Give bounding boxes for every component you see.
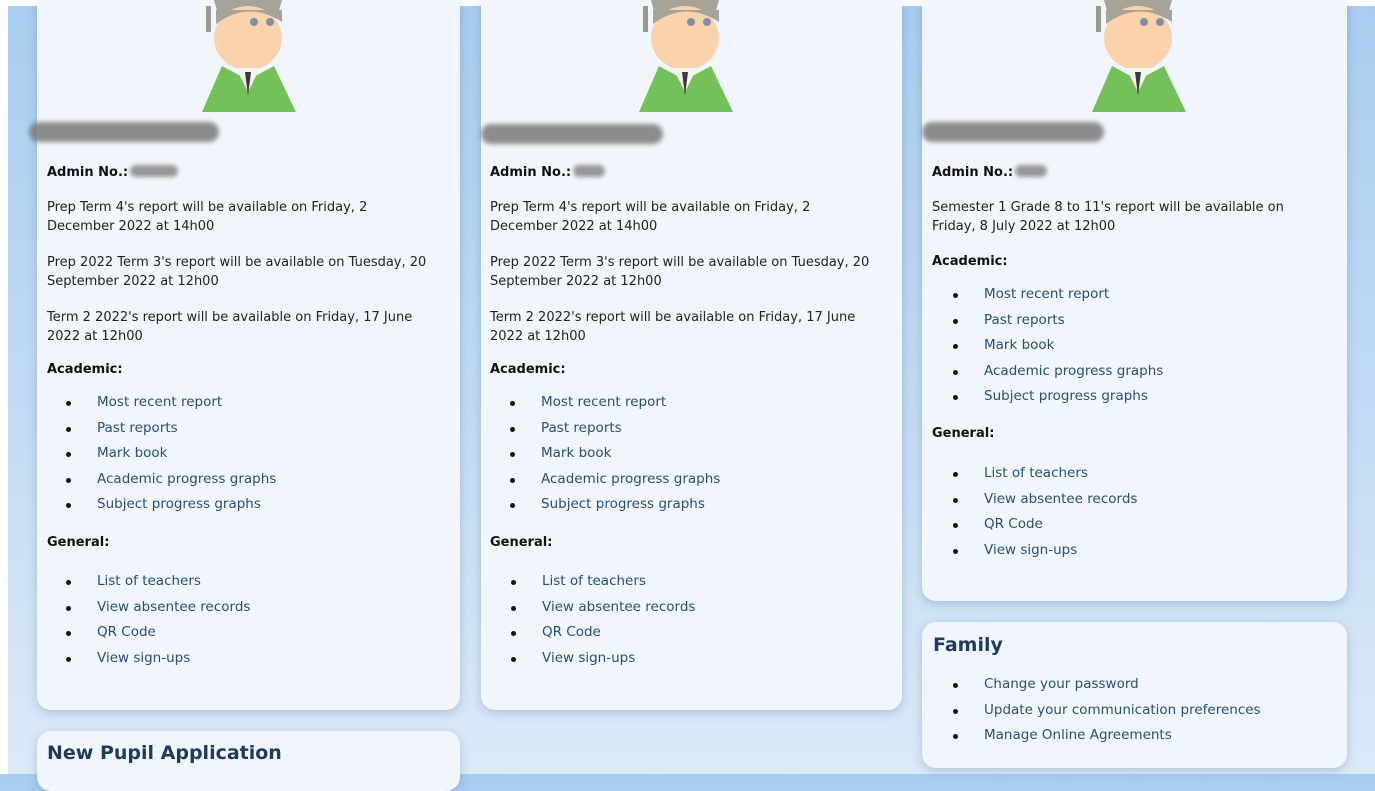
report-notice: Prep Term 4's report will be available o… — [490, 200, 811, 234]
new-pupil-title: New Pupil Application — [47, 742, 282, 764]
general-heading: General: — [47, 535, 110, 550]
student-name-redacted — [481, 124, 663, 144]
admin-number-label: Admin No.: — [490, 165, 572, 180]
link-view-absentee-records[interactable]: View absentee records — [65, 599, 250, 625]
link-qr-code[interactable]: QR Code — [510, 624, 695, 650]
left-edge — [0, 0, 8, 774]
link-mark-book[interactable]: Mark book — [65, 445, 276, 471]
link-view-absentee-records[interactable]: View absentee records — [952, 491, 1137, 517]
link-list-of-teachers[interactable]: List of teachers — [65, 573, 250, 599]
link-mark-book[interactable]: Mark book — [952, 337, 1163, 363]
new-pupil-card: New Pupil Application — [37, 731, 460, 791]
report-notice: Semester 1 Grade 8 to 11's report will b… — [932, 200, 1284, 234]
student-card-1: Admin No.: Prep Term 4's report will be … — [29, 0, 460, 710]
link-most-recent-report[interactable]: Most recent report — [509, 394, 720, 420]
admin-number-row: Admin No.: — [490, 165, 606, 180]
family-links: Change your password Update your communi… — [953, 676, 1261, 753]
link-most-recent-report[interactable]: Most recent report — [952, 286, 1163, 312]
admin-number-label: Admin No.: — [932, 165, 1014, 180]
admin-number-redacted — [573, 165, 606, 177]
report-notice: Prep 2022 Term 3's report will be availa… — [47, 255, 427, 289]
link-past-reports[interactable]: Past reports — [509, 420, 720, 446]
link-academic-progress-graphs[interactable]: Academic progress graphs — [509, 471, 720, 497]
link-most-recent-report[interactable]: Most recent report — [65, 394, 276, 420]
general-links: List of teachers View absentee records Q… — [65, 573, 250, 676]
link-view-sign-ups[interactable]: View sign-ups — [952, 542, 1137, 568]
report-notice: Term 2 2022's report will be available o… — [490, 310, 856, 344]
academic-links: Most recent report Past reports Mark boo… — [65, 394, 276, 522]
admin-number-label: Admin No.: — [47, 165, 129, 180]
link-qr-code[interactable]: QR Code — [65, 624, 250, 650]
admin-number-redacted — [1015, 165, 1048, 177]
student-name-redacted — [29, 122, 219, 142]
student-card-2: Admin No.: Prep Term 4's report will be … — [481, 0, 902, 710]
student-avatar-icon — [202, 0, 296, 112]
family-title: Family — [933, 634, 1003, 656]
link-mark-book[interactable]: Mark book — [509, 445, 720, 471]
link-subject-progress-graphs[interactable]: Subject progress graphs — [65, 496, 276, 522]
general-links: List of teachers View absentee records Q… — [510, 573, 695, 676]
admin-number-row: Admin No.: — [47, 165, 179, 180]
general-heading: General: — [932, 426, 995, 441]
student-card-3: Admin No.: Semester 1 Grade 8 to 11's re… — [922, 0, 1347, 601]
admin-number-row: Admin No.: — [932, 165, 1048, 180]
general-heading: General: — [490, 535, 553, 550]
link-view-sign-ups[interactable]: View sign-ups — [65, 650, 250, 676]
academic-heading: Academic: — [932, 254, 1008, 269]
link-qr-code[interactable]: QR Code — [952, 516, 1137, 542]
link-subject-progress-graphs[interactable]: Subject progress graphs — [509, 496, 720, 522]
academic-heading: Academic: — [47, 362, 123, 377]
student-avatar-icon — [639, 0, 733, 112]
link-view-absentee-records[interactable]: View absentee records — [510, 599, 695, 625]
link-change-password[interactable]: Change your password — [953, 676, 1261, 702]
report-notice: Term 2 2022's report will be available o… — [47, 310, 413, 344]
link-update-communication-preferences[interactable]: Update your communication preferences — [953, 702, 1261, 728]
link-academic-progress-graphs[interactable]: Academic progress graphs — [952, 363, 1163, 389]
admin-number-redacted — [130, 165, 179, 177]
report-notice: Prep 2022 Term 3's report will be availa… — [490, 255, 870, 289]
link-view-sign-ups[interactable]: View sign-ups — [510, 650, 695, 676]
link-list-of-teachers[interactable]: List of teachers — [510, 573, 695, 599]
academic-links: Most recent report Past reports Mark boo… — [509, 394, 720, 522]
link-manage-online-agreements[interactable]: Manage Online Agreements — [953, 727, 1261, 753]
general-links: List of teachers View absentee records Q… — [952, 465, 1137, 568]
link-past-reports[interactable]: Past reports — [952, 312, 1163, 338]
student-name-redacted — [922, 122, 1104, 142]
link-list-of-teachers[interactable]: List of teachers — [952, 465, 1137, 491]
link-academic-progress-graphs[interactable]: Academic progress graphs — [65, 471, 276, 497]
link-past-reports[interactable]: Past reports — [65, 420, 276, 446]
link-subject-progress-graphs[interactable]: Subject progress graphs — [952, 388, 1163, 414]
academic-links: Most recent report Past reports Mark boo… — [952, 286, 1163, 414]
student-avatar-icon — [1092, 0, 1186, 112]
family-card: Family Change your password Update your … — [922, 622, 1347, 768]
academic-heading: Academic: — [490, 362, 566, 377]
report-notice: Prep Term 4's report will be available o… — [47, 200, 368, 234]
